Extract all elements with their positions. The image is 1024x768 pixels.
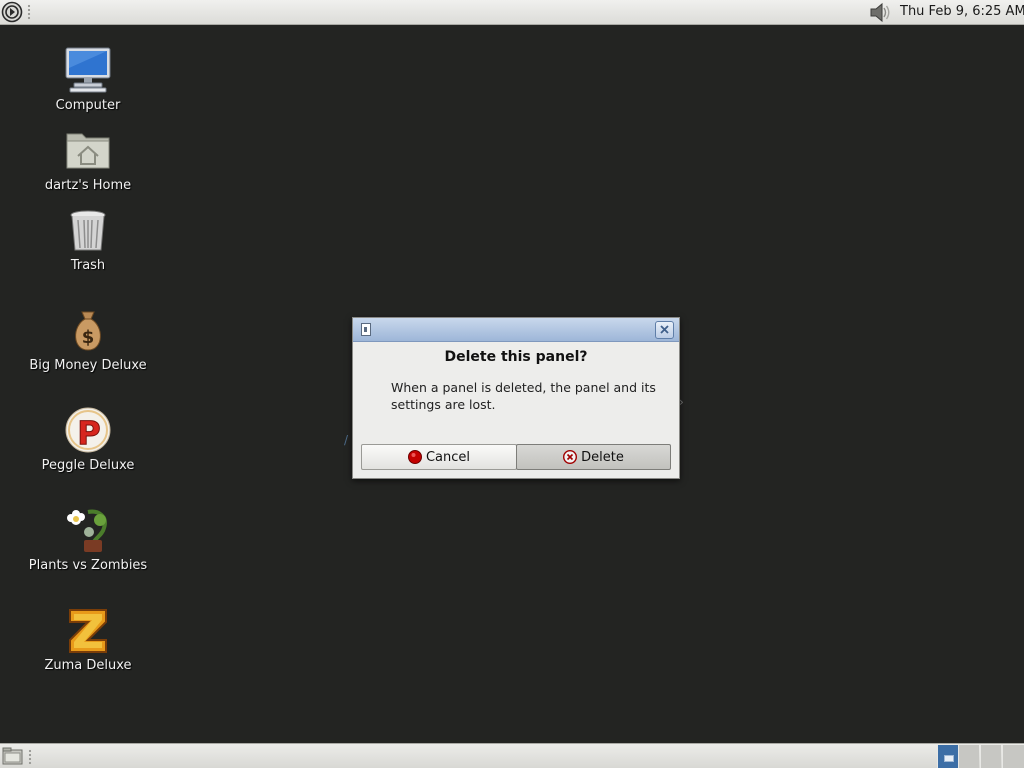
- cancel-button[interactable]: Cancel: [361, 444, 517, 470]
- main-menu-icon[interactable]: [1, 1, 23, 23]
- dialog-message: When a panel is deleted, the panel and i…: [391, 380, 656, 412]
- delete-button-label: Delete: [581, 449, 624, 465]
- close-icon: [660, 325, 669, 334]
- delete-icon: [563, 449, 578, 465]
- desktop-icon-label: Zuma Deluxe: [44, 658, 132, 673]
- desktop-icon-label: Plants vs Zombies: [28, 558, 148, 573]
- delete-panel-dialog: Delete this panel? When a panel is delet…: [352, 317, 680, 479]
- workspace-3[interactable]: [980, 745, 1001, 768]
- background-artifact: /: [344, 433, 349, 447]
- home-folder-icon: [64, 126, 112, 174]
- volume-icon[interactable]: [868, 2, 892, 23]
- show-desktop-button[interactable]: [2, 747, 23, 766]
- desktop-icon-label: Big Money Deluxe: [29, 358, 147, 373]
- stop-icon: [407, 450, 422, 464]
- plants-vs-zombies-icon: [64, 506, 112, 554]
- peggle-icon: P: [64, 406, 112, 454]
- desktop-icon-label: Peggle Deluxe: [41, 458, 135, 473]
- clock[interactable]: Thu Feb 9, 6:25 AM: [900, 4, 1024, 19]
- panel-drag-handle[interactable]: [27, 4, 31, 20]
- dialog-title: Delete this panel?: [444, 349, 588, 365]
- close-button[interactable]: [655, 321, 674, 339]
- money-bag-icon: $: [64, 306, 112, 354]
- workspace-2[interactable]: [958, 745, 979, 768]
- delete-button[interactable]: Delete: [516, 444, 671, 470]
- panel-drag-handle[interactable]: [28, 749, 32, 765]
- dialog-titlebar[interactable]: [353, 318, 679, 342]
- top-panel: Thu Feb 9, 6:25 AM: [0, 0, 1024, 25]
- trash-icon: [64, 206, 112, 254]
- window-menu-icon[interactable]: [361, 323, 371, 336]
- desktop-icon-label: Trash: [70, 258, 106, 273]
- workspace-1[interactable]: [937, 745, 958, 768]
- workspace-4[interactable]: [1002, 745, 1024, 768]
- desktop-icon-label: dartz's Home: [44, 178, 132, 193]
- svg-text:$: $: [82, 327, 95, 348]
- cancel-button-label: Cancel: [425, 449, 471, 465]
- zuma-icon: [64, 606, 112, 654]
- show-desktop-icon: [2, 747, 23, 765]
- svg-text:P: P: [77, 414, 100, 452]
- desktop-icon-label: Computer: [55, 98, 121, 113]
- computer-icon: [64, 46, 112, 94]
- bottom-panel: [0, 743, 1024, 768]
